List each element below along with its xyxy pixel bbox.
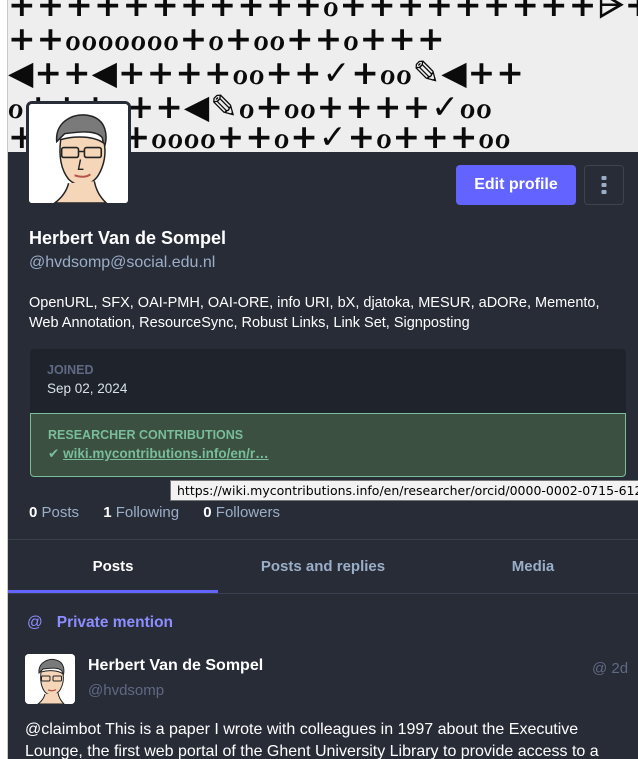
- contributions-link[interactable]: wiki.mycontributions.info/en/r…: [63, 446, 269, 461]
- banner-pattern-row: ++ℴℴℴℴℴℴℴ+ℴ+ℴℴ++ℴ+++: [8, 19, 446, 58]
- followers-counter[interactable]: 0 Followers: [203, 504, 280, 521]
- tab-posts-and-replies[interactable]: Posts and replies: [218, 540, 428, 593]
- ellipsis-vertical-icon: [601, 176, 607, 194]
- tab-posts[interactable]: Posts: [8, 540, 218, 593]
- profile-page: +++++++++++ℴ+++++++++⩥+ ++ℴℴℴℴℴℴℴ+ℴ+ℴℴ++…: [8, 0, 638, 759]
- display-name: Herbert Van de Sompel: [29, 228, 227, 248]
- profile-tabs: Posts Posts and replies Media: [8, 540, 638, 593]
- status-timestamp[interactable]: @ 2d: [592, 660, 628, 677]
- status-author-name[interactable]: Herbert Van de Sompel: [88, 657, 263, 675]
- banner-pattern-row: +++++++++++ℴ+++++++++⩥+: [8, 0, 638, 24]
- divider: [8, 593, 638, 594]
- status-content: @claimbot This is a paper I wrote with c…: [25, 721, 599, 759]
- verified-check-icon: ✔: [48, 446, 60, 461]
- window-edge: [0, 0, 8, 759]
- profile-avatar[interactable]: [26, 101, 131, 206]
- more-options-button[interactable]: [584, 165, 624, 205]
- edit-profile-button[interactable]: Edit profile: [456, 165, 576, 205]
- joined-label: JOINED: [47, 363, 94, 377]
- avatar-portrait-icon: [29, 104, 128, 203]
- profile-fields: JOINED Sep 02, 2024 RESEARCHER CONTRIBUT…: [30, 349, 626, 477]
- at-sign-icon: @: [27, 614, 43, 631]
- joined-field: JOINED Sep 02, 2024: [30, 349, 626, 413]
- account-counters: 0 Posts 1 Following 0 Followers: [29, 504, 300, 521]
- tab-media[interactable]: Media: [428, 540, 638, 593]
- link-url-tooltip: https://wiki.mycontributions.info/en/res…: [170, 480, 638, 501]
- private-mention-indicator: @ Private mention: [27, 614, 173, 632]
- researcher-contributions-field: RESEARCHER CONTRIBUTIONS ✔ wiki.mycontri…: [30, 413, 626, 477]
- posts-counter[interactable]: 0 Posts: [29, 504, 79, 521]
- profile-bio: OpenURL, SFX, OAI-PMH, OAI-ORE, info URI…: [29, 295, 600, 331]
- status-author-avatar[interactable]: [25, 654, 75, 704]
- status-author-handle: @hvdsomp: [88, 682, 165, 699]
- following-counter[interactable]: 1 Following: [103, 504, 179, 521]
- banner-pattern-row: ◀++◀++++ℴℴ++✓+ℴℴ✎◀++: [8, 53, 525, 92]
- private-mention-label: Private mention: [56, 614, 174, 631]
- contributions-label: RESEARCHER CONTRIBUTIONS: [48, 428, 244, 442]
- account-handle: @hvdsomp@social.edu.nl: [29, 254, 216, 271]
- joined-date: Sep 02, 2024: [47, 381, 128, 396]
- contributions-value: ✔ wiki.mycontributions.info/en/r…: [48, 446, 608, 462]
- avatar-portrait-icon: [25, 654, 75, 704]
